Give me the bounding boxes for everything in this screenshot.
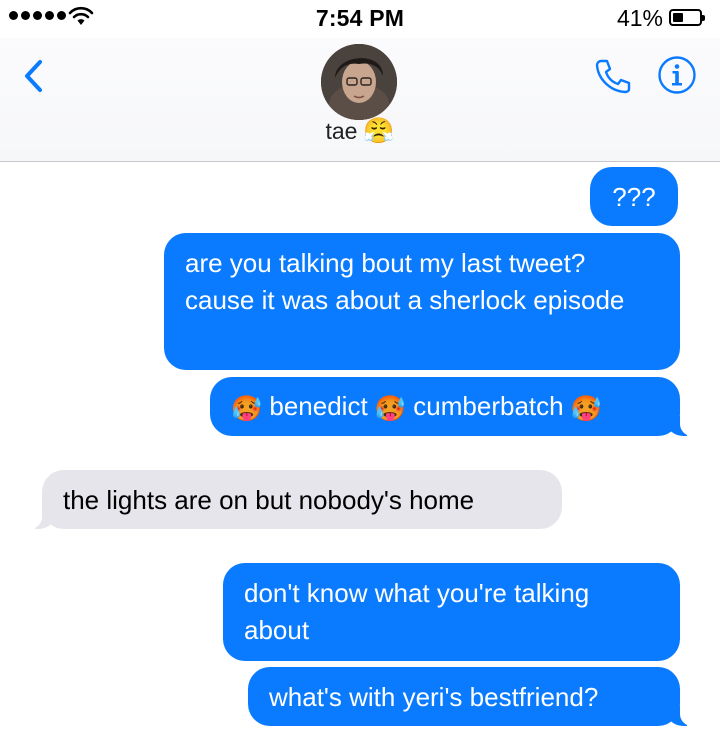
battery-level-fill [673, 13, 684, 22]
contact-title[interactable]: tae 😤 [0, 118, 720, 145]
hot-face-emoji: 🥵 [231, 395, 263, 423]
status-bar: 7:54 PM 41% [0, 0, 720, 38]
battery-percent: 41% [616, 5, 663, 31]
message-text: benedict [269, 391, 368, 421]
message-text: are you talking bout my last tweet? caus… [185, 248, 625, 315]
hot-face-emoji: 🥵 [374, 395, 407, 423]
message-bubble[interactable]: what's with yeri's bestfriend? [248, 667, 706, 726]
avatar-photo [321, 44, 397, 120]
status-time: 7:54 PM [315, 5, 405, 31]
contact-avatar[interactable] [321, 44, 397, 120]
phone-call-button[interactable] [591, 56, 633, 96]
message-text: don't know what you're talking about [244, 578, 590, 645]
hot-face-emoji: 🥵 [570, 395, 602, 423]
info-button[interactable] [657, 55, 697, 95]
message-bubble[interactable]: are you talking bout my last tweet? caus… [164, 233, 680, 370]
contact-name: tae [325, 118, 358, 144]
message-bubble[interactable]: the lights are on but nobody's home [16, 470, 562, 529]
message-text: the lights are on but nobody's home [63, 485, 475, 515]
message-bubble[interactable]: don't know what you're talking about [223, 563, 680, 661]
message-text: ??? [612, 182, 656, 212]
back-button[interactable] [18, 56, 52, 96]
contact-emoji: 😤 [363, 117, 395, 145]
conversation-header: tae 😤 [0, 38, 720, 162]
message-bubble[interactable]: 🥵 benedict 🥵 cumberbatch 🥵 [210, 377, 706, 436]
message-text: what's with yeri's bestfriend? [269, 682, 599, 712]
message-text: cumberbatch [413, 391, 564, 421]
battery-icon [669, 9, 705, 26]
message-bubble[interactable]: ??? [590, 167, 678, 226]
